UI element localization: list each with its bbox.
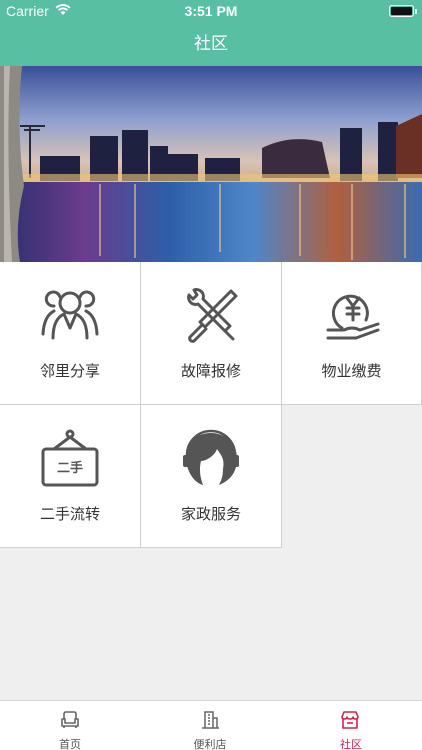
tile-repair[interactable]: 故障报修 [141, 262, 282, 405]
tile-neighbor-share[interactable]: 邻里分享 [0, 262, 141, 405]
tile-secondhand[interactable]: 二手 二手流转 [0, 405, 141, 548]
status-bar: Carrier 3:51 PM [0, 0, 422, 22]
tab-home[interactable]: 首页 [0, 701, 140, 750]
tile-housekeeping[interactable]: 家政服务 [141, 405, 282, 548]
tab-convenience-store[interactable]: 便利店 [140, 701, 280, 750]
tab-community[interactable]: 社区 [280, 701, 422, 750]
housekeeper-icon [183, 429, 239, 485]
store-building-icon [202, 711, 219, 729]
community-shop-icon [341, 711, 359, 729]
yen-payment-icon [326, 294, 380, 340]
clock: 3:51 PM [184, 3, 238, 19]
tile-label: 二手流转 [39, 505, 100, 523]
tab-bar: 首页 便利店 社区 [0, 700, 422, 750]
tile-label: 物业缴费 [321, 362, 382, 380]
repair-tools-icon [187, 288, 238, 343]
tab-label: 社区 [340, 738, 362, 750]
tab-label: 首页 [59, 738, 81, 750]
page-title: 社区 [194, 34, 228, 54]
tile-label: 故障报修 [180, 362, 241, 380]
battery-icon [389, 5, 417, 17]
home-sofa-icon [61, 711, 79, 728]
tile-label: 邻里分享 [39, 362, 100, 380]
nav-bar: 社区 [0, 22, 422, 66]
secondhand-sign-icon: 二手 [41, 429, 99, 487]
neighbors-icon [41, 290, 99, 340]
tile-property-fee[interactable]: 物业缴费 [282, 262, 422, 405]
sign-text: 二手 [57, 460, 83, 476]
tile-label: 家政服务 [180, 505, 241, 523]
banner-image[interactable] [0, 66, 422, 262]
skyline-illustration [0, 66, 422, 262]
tab-label: 便利店 [193, 738, 227, 750]
